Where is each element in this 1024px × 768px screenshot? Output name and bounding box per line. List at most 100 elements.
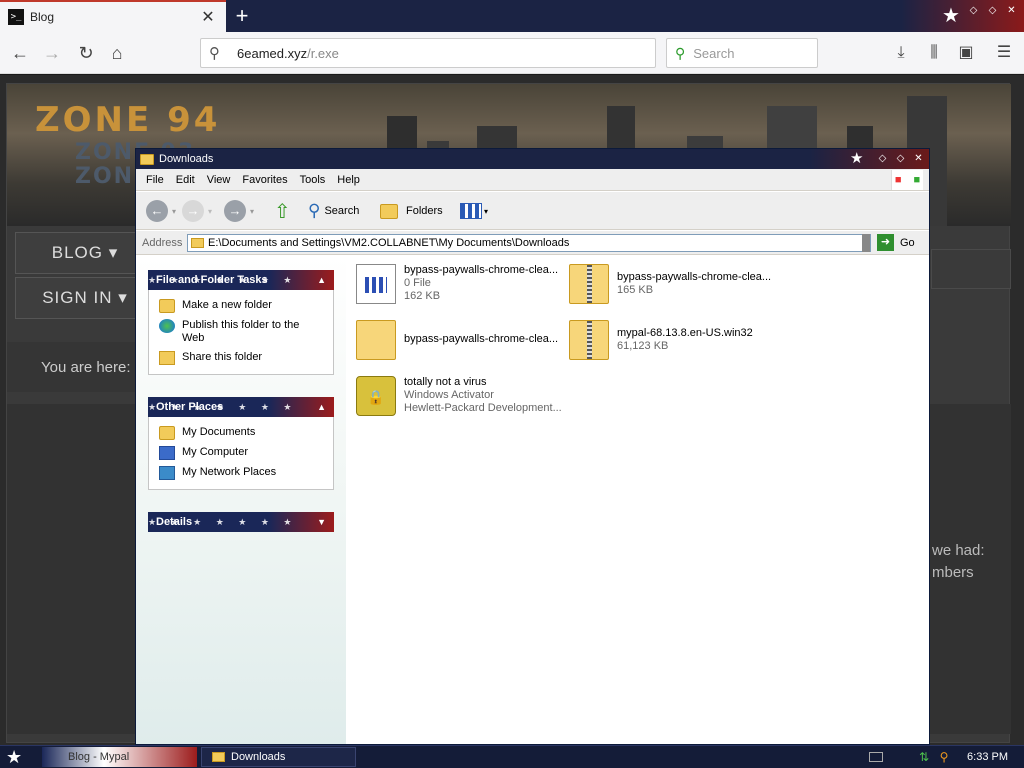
minimize-icon[interactable]: ◇ — [876, 152, 889, 165]
site-logo[interactable]: ZONE 94 — [35, 100, 220, 140]
close-window-icon[interactable]: ✕ — [1005, 4, 1018, 17]
minimize-icon[interactable]: ◇ — [967, 4, 980, 17]
place-my-documents[interactable]: My Documents — [149, 423, 333, 443]
folder-icon — [140, 153, 154, 165]
menu-help[interactable]: Help — [331, 174, 366, 186]
new-tab-button[interactable]: + — [230, 4, 254, 28]
explorer-window: Downloads ★ ◇ ◇ ✕ File Edit View Favorit… — [135, 148, 930, 745]
file-item[interactable]: bypass-paywalls-chrome-clea... 0 File 162 … — [356, 264, 558, 304]
address-dropdown[interactable] — [862, 234, 870, 252]
history-button[interactable]: → ▾ — [224, 199, 254, 223]
collapse-icon[interactable]: ▲ — [317, 397, 326, 417]
panel-header-details[interactable]: ★ ★ ★ ★ ★ ★ ★ ★ ★ ★ Details ▼ — [148, 512, 334, 532]
close-icon[interactable]: ✕ — [912, 152, 925, 165]
star-icon: ★ — [850, 150, 864, 167]
task-new-folder[interactable]: Make a new folder — [149, 296, 333, 316]
menu-tools[interactable]: Tools — [294, 174, 332, 186]
explorer-window-controls: ◇ ◇ ✕ — [876, 152, 925, 165]
url-path: /r.exe — [307, 45, 339, 61]
panel-header-tasks[interactable]: ★ ★ ★ ★ ★ ★ ★ ★ ★ ★ File and Folder Task… — [148, 270, 334, 290]
taskbar-task-blog[interactable]: Blog - Mypal — [42, 747, 197, 767]
browser-nav-bar: ← → ↻ ⌂ ⚲ 6eamed.xyz/r.exe ⚲ Search ⤓ ⫼ … — [0, 32, 1024, 74]
search-button[interactable]: ⚲ Search — [308, 199, 359, 223]
file-item[interactable]: 🔒 totally not a virus Windows Activator He… — [356, 376, 562, 416]
expand-icon[interactable]: ▼ — [317, 512, 326, 532]
breadcrumb: You are here: — [7, 342, 142, 392]
network-places-icon — [159, 466, 175, 480]
menu-edit[interactable]: Edit — [170, 174, 201, 186]
zip-folder-icon — [569, 320, 609, 360]
task-share-folder[interactable]: Share this folder — [149, 348, 333, 368]
home-icon[interactable]: ⌂ — [105, 41, 129, 65]
taskbar-task-downloads[interactable]: Downloads — [201, 747, 356, 767]
back-arrow-icon[interactable]: ← — [8, 41, 32, 65]
up-folder-button[interactable]: ⇧ — [274, 199, 291, 223]
windows-logo-icon: ■ ■ — [891, 170, 923, 190]
file-item[interactable]: bypass-paywalls-chrome-clea... — [356, 320, 558, 360]
search-tray-icon[interactable]: ⚲ — [937, 750, 951, 764]
menu-icon[interactable]: ☰ — [993, 42, 1015, 64]
maximize-icon[interactable]: ◇ — [894, 152, 907, 165]
panel-header-places[interactable]: ★ ★ ★ ★ ★ ★ ★ ★ ★ ★ Other Places ▲ — [148, 397, 334, 417]
network-icon[interactable]: ⇅ — [917, 750, 931, 764]
menu-file[interactable]: File — [140, 174, 170, 186]
close-tab-icon[interactable]: ✕ — [198, 7, 218, 27]
nav-blog-button[interactable]: BLOG ▾ — [15, 232, 155, 274]
folders-button[interactable]: Folders — [380, 199, 443, 223]
site-right-box — [931, 249, 1011, 289]
lock-icon: 🔒 — [356, 376, 396, 416]
menu-favorites[interactable]: Favorites — [236, 174, 293, 186]
task-pane: ★ ★ ★ ★ ★ ★ ★ ★ ★ ★ File and Folder Task… — [136, 256, 346, 744]
browser-tab-bar: >_ Blog ✕ + ★ ◇ ◇ ✕ — [0, 0, 1024, 32]
address-field[interactable]: E:\Documents and Settings\VM2.COLLABNET\… — [187, 234, 871, 252]
place-network[interactable]: My Network Places — [149, 463, 333, 483]
explorer-title: Downloads — [159, 153, 214, 165]
share-folder-icon — [159, 351, 175, 365]
views-button[interactable]: ▾ — [460, 199, 488, 223]
explorer-title-bar[interactable]: Downloads ★ ◇ ◇ ✕ — [136, 149, 929, 169]
address-label: Address — [142, 236, 183, 249]
forward-arrow-icon: → — [224, 200, 246, 222]
views-icon — [460, 203, 482, 219]
explorer-toolbar: ← ▾ → ▾ → ▾ ⇧ ⚲ Search Folders ▾ — [136, 192, 929, 230]
star-icon: ★ — [942, 5, 960, 27]
globe-icon — [159, 319, 175, 333]
library-icon[interactable]: ⫼ — [923, 42, 945, 64]
address-value: E:\Documents and Settings\VM2.COLLABNET\… — [208, 237, 570, 249]
site-text-line-2: mbers — [932, 564, 974, 581]
menu-view[interactable]: View — [201, 174, 237, 186]
forward-arrow-icon[interactable]: → — [40, 41, 64, 65]
nav-signin-button[interactable]: SIGN IN ▾ — [15, 277, 155, 319]
maximize-icon[interactable]: ◇ — [986, 4, 999, 17]
folder-icon — [212, 752, 225, 762]
panel-body-places: My Documents My Computer My Network Plac… — [148, 417, 334, 490]
new-folder-icon — [159, 299, 175, 313]
file-item[interactable]: mypal-68.13.8.en-US.win32 61,123 KB — [569, 320, 753, 360]
url-bar[interactable]: ⚲ 6eamed.xyz/r.exe — [200, 38, 656, 68]
reload-icon[interactable]: ↻ — [74, 41, 98, 65]
search-bar[interactable]: ⚲ Search — [666, 38, 818, 68]
task-publish-web[interactable]: Publish this folder to the Web — [149, 316, 333, 348]
clock[interactable]: 6:33 PM — [967, 751, 1008, 763]
sidebar-icon[interactable]: ▣ — [955, 42, 977, 64]
explorer-menu-bar: File Edit View Favorites Tools Help ■ ■ — [136, 169, 929, 191]
folder-icon — [356, 320, 396, 360]
download-icon[interactable]: ⤓ — [890, 42, 912, 64]
place-my-computer[interactable]: My Computer — [149, 443, 333, 463]
start-button-star-icon[interactable]: ★ — [6, 746, 22, 768]
site-text-line-1: we had: — [932, 542, 985, 559]
site-logo-echo-2: ZON — [75, 164, 135, 189]
search-placeholder: Search — [693, 45, 735, 61]
forward-arrow-icon: → — [182, 200, 204, 222]
zip-folder-icon — [569, 264, 609, 304]
keyboard-icon[interactable] — [869, 752, 884, 762]
collapse-icon[interactable]: ▲ — [317, 270, 326, 290]
file-item[interactable]: bypass-paywalls-chrome-clea... 165 KB — [569, 264, 771, 304]
search-icon: ⚲ — [308, 201, 321, 220]
tab-blog[interactable]: >_ Blog ✕ — [0, 2, 226, 32]
forward-button[interactable]: → ▾ — [182, 199, 212, 223]
go-button[interactable]: ➜ Go — [877, 234, 915, 251]
search-icon: ⚲ — [209, 45, 220, 62]
panel-body-tasks: Make a new folder Publish this folder to… — [148, 290, 334, 375]
back-button[interactable]: ← ▾ — [146, 199, 176, 223]
